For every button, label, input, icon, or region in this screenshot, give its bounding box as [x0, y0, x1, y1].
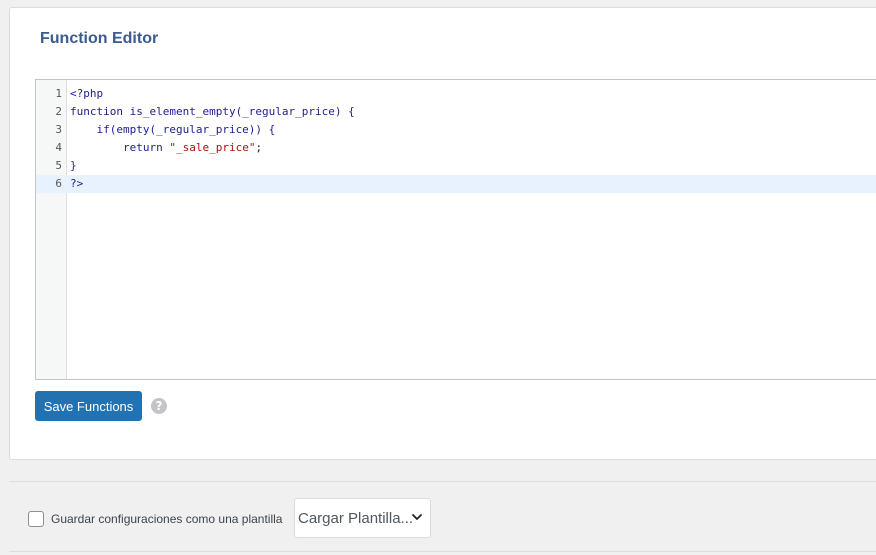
line-number: 6 [55, 177, 62, 190]
code-line[interactable]: 1 <?php [36, 85, 876, 103]
code-keyword: return [70, 141, 170, 154]
code-line[interactable]: 2 function is_element_empty(_regular_pri… [36, 103, 876, 121]
save-template-label[interactable]: Guardar configuraciones como una plantil… [51, 512, 282, 526]
code-punctuation: ; [255, 141, 263, 154]
bottom-divider [9, 551, 876, 552]
section-divider [9, 481, 876, 482]
code-text: if(empty(_regular_price)) { [70, 123, 276, 136]
load-template-select[interactable]: Cargar Plantilla... [294, 498, 431, 538]
code-editor[interactable]: 1 <?php 2 function is_element_empty(_reg… [35, 79, 876, 380]
help-circle-icon[interactable]: ? [151, 398, 167, 414]
code-line-active[interactable]: 6 ?> [36, 175, 876, 193]
code-text: } [70, 159, 77, 172]
line-number: 3 [55, 123, 62, 136]
chevron-down-icon [412, 514, 422, 520]
line-number: 2 [55, 105, 62, 118]
code-text: ?> [70, 177, 84, 190]
line-number: 1 [55, 87, 62, 100]
save-functions-button[interactable]: Save Functions [35, 391, 142, 421]
code-line[interactable]: 5 } [36, 157, 876, 175]
line-number: 4 [55, 141, 62, 154]
load-template-value: Cargar Plantilla... [298, 510, 414, 527]
save-template-checkbox[interactable] [28, 511, 44, 527]
code-line[interactable]: 3 if(empty(_regular_price)) { [36, 121, 876, 139]
panel-title: Function Editor [40, 30, 159, 47]
code-line[interactable]: 4 return "_sale_price"; [36, 139, 876, 157]
code-text: function is_element_empty(_regular_price… [70, 105, 355, 118]
code-text: return "_sale_price"; [70, 139, 262, 157]
code-string: "_sale_price" [169, 141, 256, 154]
code-text: <?php [70, 87, 104, 100]
line-number: 5 [55, 159, 62, 172]
function-editor-panel: Function Editor 1 <?php 2 function is_el… [9, 7, 876, 460]
